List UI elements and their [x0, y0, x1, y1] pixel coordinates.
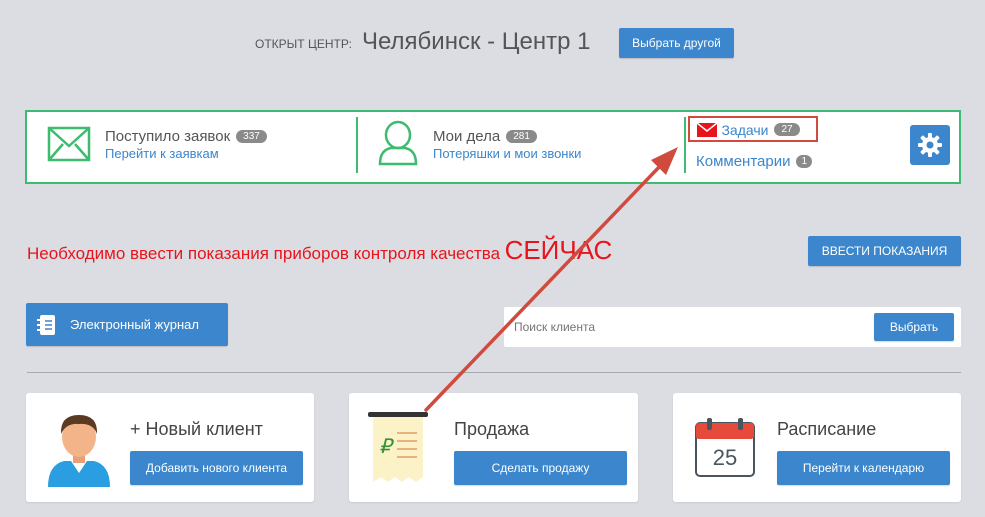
tasks-title: Задачи [721, 121, 769, 138]
journal-icon [37, 314, 55, 335]
new-client-title: + Новый клиент [130, 419, 263, 439]
requests-count-badge: 337 [236, 130, 267, 144]
requests-title: Поступило заявок [105, 128, 231, 145]
select-client-button[interactable]: Выбрать [874, 313, 954, 341]
requests-link[interactable]: Перейти к заявкам [105, 146, 267, 161]
divider [684, 117, 686, 173]
envelope-icon [47, 126, 91, 162]
divider [356, 117, 358, 173]
choose-other-center-button[interactable]: Выбрать другой [619, 28, 734, 58]
my-tasks-title: Мои дела [433, 128, 501, 145]
go-to-calendar-button[interactable]: Перейти к календарю [777, 451, 950, 485]
receipt-icon: ₽ [368, 412, 428, 482]
sale-card: ₽ Продажа Сделать продажу [349, 393, 638, 502]
electronic-journal-label: Электронный журнал [70, 317, 199, 332]
calendar-day: 25 [712, 445, 738, 470]
add-new-client-button[interactable]: Добавить нового клиента [130, 451, 303, 485]
alert-text: Необходимо ввести показания приборов кон… [27, 244, 501, 263]
open-center-label: ОТКРЫТ ЦЕНТР: [255, 37, 352, 51]
new-client-card: + Новый клиент Добавить нового клиента [26, 393, 314, 502]
enter-readings-button[interactable]: ВВЕСТИ ПОКАЗАНИЯ [808, 236, 961, 266]
make-sale-button[interactable]: Сделать продажу [454, 451, 627, 485]
client-search: Выбрать [504, 307, 961, 347]
info-panel: Поступило заявок 337 Перейти к заявкам Мо… [25, 110, 961, 184]
settings-button[interactable] [910, 125, 950, 165]
section-divider [27, 372, 961, 373]
schedule-title: Расписание [777, 419, 877, 439]
alert-emphasis: СЕЙЧАС [504, 235, 613, 265]
schedule-card: 25 Расписание Перейти к календарю [673, 393, 961, 502]
comments-title: Комментарии [696, 153, 791, 170]
comments-item[interactable]: Комментарии 1 [696, 153, 813, 171]
my-tasks-link[interactable]: Потеряшки и мои звонки [433, 146, 581, 161]
my-tasks-count-badge: 281 [506, 130, 537, 144]
client-avatar-icon [48, 415, 110, 487]
my-tasks-item[interactable]: Мои дела 281 Потеряшки и мои звонки [433, 128, 581, 161]
comments-count-badge: 1 [796, 155, 813, 169]
tasks-item[interactable]: Задачи 27 [688, 116, 818, 142]
quality-alert: Необходимо ввести показания приборов кон… [27, 235, 612, 266]
client-search-input[interactable] [504, 307, 864, 347]
user-icon [378, 120, 418, 166]
center-name: Челябинск - Центр 1 [362, 28, 591, 55]
tasks-count-badge: 27 [774, 123, 800, 137]
gear-icon [918, 133, 942, 157]
electronic-journal-button[interactable]: Электронный журнал [26, 303, 228, 346]
requests-item[interactable]: Поступило заявок 337 Перейти к заявкам [105, 128, 267, 161]
sale-title: Продажа [454, 419, 530, 439]
envelope-icon [696, 122, 718, 137]
